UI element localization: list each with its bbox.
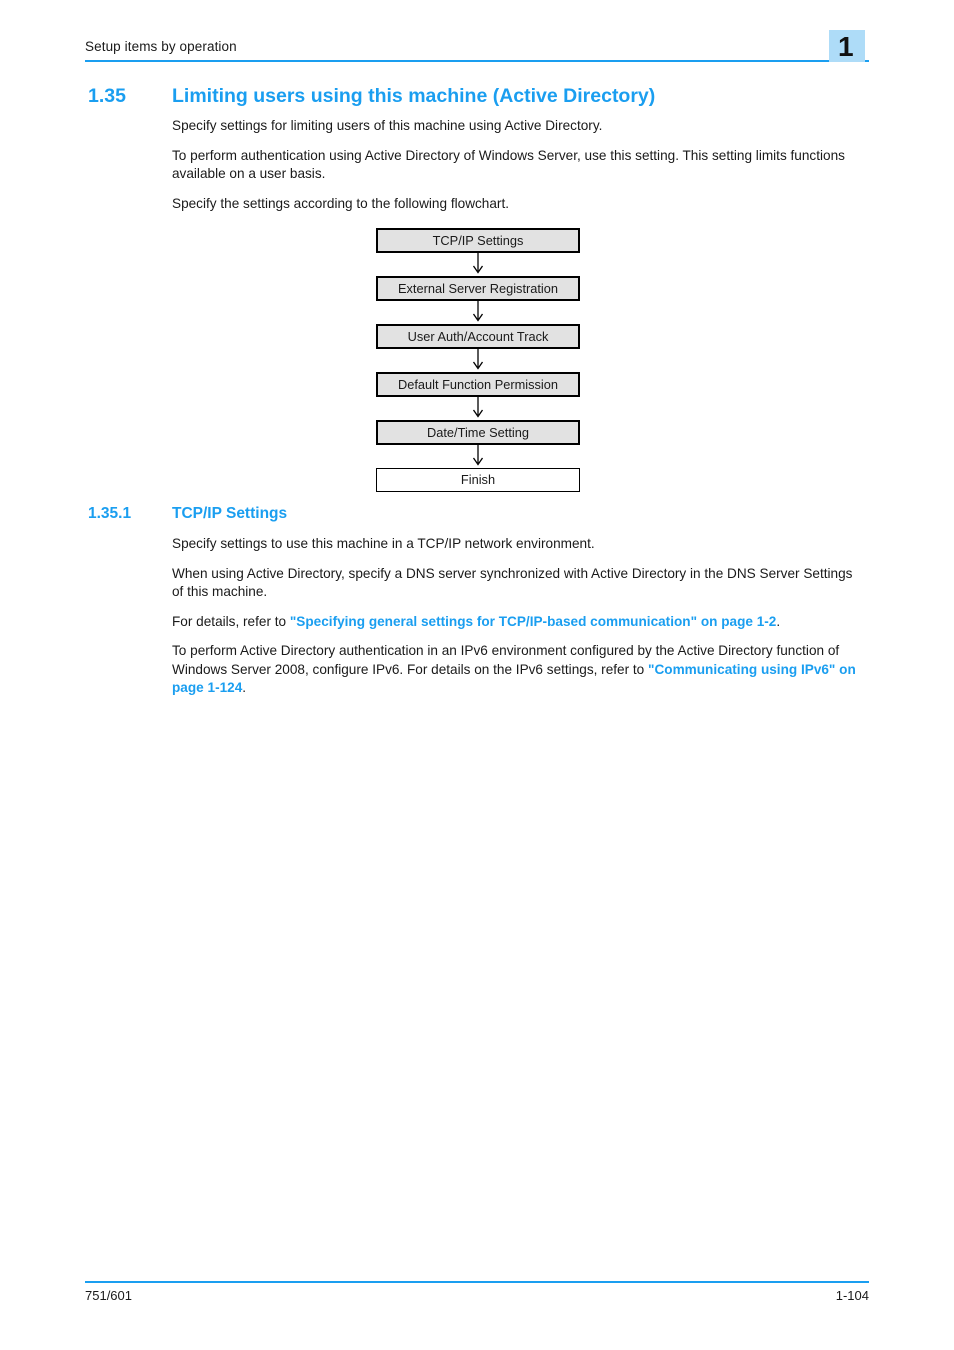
tcpip-paragraph-1: Specify settings to use this machine in … xyxy=(172,536,595,551)
flow-node-finish: Finish xyxy=(376,468,580,492)
down-arrow-icon xyxy=(472,349,484,370)
tcpip-paragraph-3: For details, refer to "Specifying genera… xyxy=(172,613,866,632)
tcpip-text-block: Specify settings to use this machine in … xyxy=(172,535,866,698)
tcpip-p3-prefix: For details, refer to xyxy=(172,613,290,629)
intro-paragraph-1: Specify settings for limiting users of t… xyxy=(172,118,603,133)
footer-page-number: 1-104 xyxy=(835,1288,869,1303)
header-divider xyxy=(85,60,869,62)
cross-reference-link-tcpip[interactable]: "Specifying general settings for TCP/IP-… xyxy=(290,614,777,629)
flow-arrow-1 xyxy=(376,253,580,276)
subsection-title: TCP/IP Settings xyxy=(172,505,288,522)
flow-node-tcpip-settings: TCP/IP Settings xyxy=(376,228,580,253)
down-arrow-icon xyxy=(472,397,484,418)
flow-arrow-2 xyxy=(376,301,580,324)
chapter-number: 1 xyxy=(838,31,854,62)
flow-node-user-auth-account-track: User Auth/Account Track xyxy=(376,324,580,349)
flow-arrow-5 xyxy=(376,445,580,468)
down-arrow-icon xyxy=(472,253,484,274)
setup-flowchart: TCP/IP Settings External Server Registra… xyxy=(376,228,580,492)
section-number: 1.35 xyxy=(88,85,126,107)
section-title: Limiting users using this machine (Activ… xyxy=(172,85,656,107)
tcpip-p3-suffix: . xyxy=(776,613,781,629)
document-page: Setup items by operation 1 1.35 Limiting … xyxy=(0,0,954,1350)
subsection-number: 1.35.1 xyxy=(88,505,132,522)
subsection-heading: 1.35.1 TCP/IP Settings xyxy=(88,505,878,523)
tcpip-paragraph-4: To perform Active Directory authenticati… xyxy=(172,642,866,698)
tcpip-p4-suffix: . xyxy=(242,680,247,695)
intro-paragraph-3: Specify the settings according to the fo… xyxy=(172,195,510,211)
page-header: Setup items by operation xyxy=(85,38,869,64)
flow-node-external-server-registration: External Server Registration xyxy=(376,276,580,301)
down-arrow-icon xyxy=(472,445,484,466)
flow-node-date-time-setting: Date/Time Setting xyxy=(376,420,580,445)
flow-arrow-3 xyxy=(376,349,580,372)
intro-paragraph-2: To perform authentication using Active D… xyxy=(172,147,845,182)
tcpip-paragraph-2: When using Active Directory, specify a D… xyxy=(172,565,853,600)
flow-arrow-4 xyxy=(376,397,580,420)
footer-divider xyxy=(85,1281,869,1283)
flow-node-default-function-permission: Default Function Permission xyxy=(376,372,580,397)
down-arrow-icon xyxy=(472,301,484,322)
intro-text-block: Specify settings for limiting users of t… xyxy=(172,117,866,213)
running-header-title: Setup items by operation xyxy=(85,39,237,54)
section-heading: 1.35 Limiting users using this machine (A… xyxy=(88,85,878,108)
